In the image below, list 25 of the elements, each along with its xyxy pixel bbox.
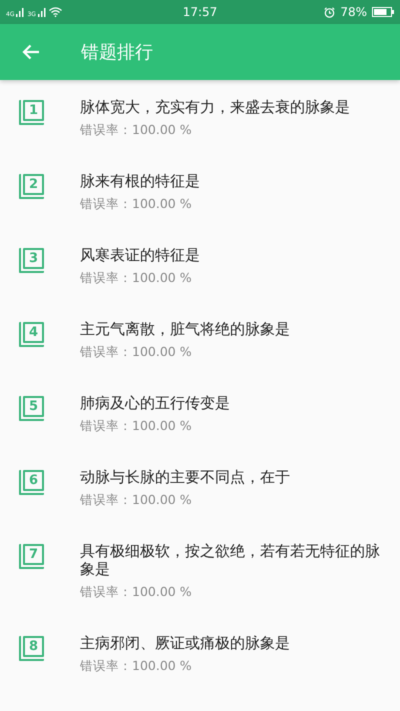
question-title[interactable]: 风寒表证的特征是 xyxy=(80,246,384,264)
page-title: 错题排行 xyxy=(81,41,153,64)
error-rate: 错误率：100.00 % xyxy=(80,658,193,674)
wifi-icon xyxy=(48,7,62,17)
error-rate: 错误率：100.00 % xyxy=(80,344,193,360)
error-rate: 错误率：100.00 % xyxy=(80,492,193,508)
question-title[interactable]: 脉来有根的特征是 xyxy=(80,172,384,190)
question-title[interactable]: 主病邪闭、厥证或痛极的脉象是 xyxy=(80,634,384,652)
error-rate: 错误率：100.00 % xyxy=(80,418,193,434)
clock-time: 17:57 xyxy=(182,5,218,19)
error-rate: 错误率：100.00 % xyxy=(80,196,193,212)
back-arrow-icon[interactable] xyxy=(22,44,40,60)
error-rate: 错误率：100.00 % xyxy=(80,270,193,286)
battery-icon xyxy=(372,7,394,17)
error-rate: 错误率：100.00 % xyxy=(80,584,193,600)
signal-icon xyxy=(16,8,26,16)
alarm-icon xyxy=(324,6,336,18)
error-rate: 错误率：100.00 % xyxy=(80,122,193,138)
question-title[interactable]: 主元气离散，脏气将绝的脉象是 xyxy=(80,320,384,338)
signal-icon xyxy=(38,8,47,16)
question-title[interactable]: 动脉与长脉的主要不同点，在于 xyxy=(80,468,384,486)
battery-percent: 78% xyxy=(340,5,367,19)
question-title[interactable]: 具有极细极软，按之欲绝，若有若无特征的脉象是 xyxy=(80,542,384,578)
question-title[interactable]: 脉体宽大，充实有力，来盛去衰的脉象是 xyxy=(80,98,384,116)
question-title[interactable]: 肺病及心的五行传变是 xyxy=(80,394,384,412)
